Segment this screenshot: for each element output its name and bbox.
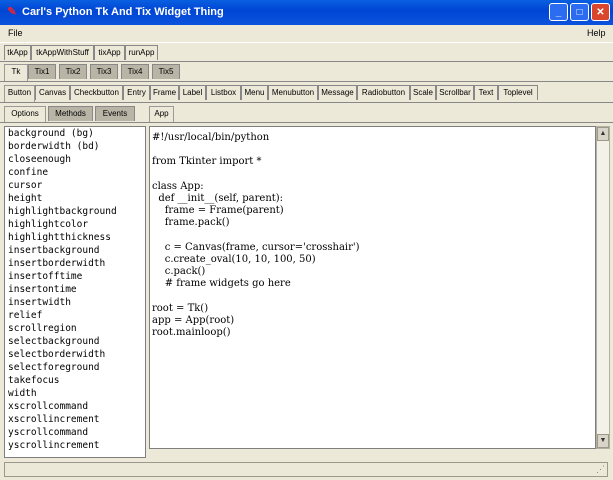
list-item[interactable]: closeenough — [5, 153, 145, 166]
list-item[interactable]: insertborderwidth — [5, 257, 145, 270]
menu-help[interactable]: Help — [587, 28, 606, 38]
list-item[interactable]: xscrollcommand — [5, 400, 145, 413]
tab-menubutton[interactable]: Menubutton — [268, 85, 318, 100]
list-item[interactable]: confine — [5, 166, 145, 179]
divider — [0, 61, 613, 62]
code-line: from Tkinter import * — [152, 156, 262, 168]
list-item[interactable]: highlightcolor — [5, 218, 145, 231]
tab-message[interactable]: Message — [318, 85, 357, 100]
code-line: app = App(root) — [152, 314, 235, 326]
list-item[interactable]: yscrollcommand — [5, 426, 145, 439]
list-item[interactable]: highlightbackground — [5, 205, 145, 218]
tab-text[interactable]: Text — [474, 85, 498, 100]
list-item[interactable]: takefocus — [5, 374, 145, 387]
code-line: class App: — [152, 180, 204, 192]
list-item[interactable]: scrollregion — [5, 322, 145, 335]
tab-tkappwithstuff[interactable]: tkAppWithStuff — [31, 45, 94, 60]
tab-scale[interactable]: Scale — [410, 85, 436, 100]
list-item[interactable]: xscrollincrement — [5, 413, 145, 426]
minimize-button[interactable]: _ — [549, 3, 568, 21]
divider — [0, 102, 613, 103]
code-line: frame.pack() — [152, 217, 230, 229]
tab-entry[interactable]: Entry — [123, 85, 150, 100]
tab-methods[interactable]: Methods — [48, 106, 93, 121]
tab-tix4[interactable]: Tix4 — [121, 64, 149, 79]
tab-checkbutton[interactable]: Checkbutton — [70, 85, 123, 100]
tab-tix2[interactable]: Tix2 — [59, 64, 87, 79]
tab-label[interactable]: Label — [179, 85, 206, 100]
tab-runapp[interactable]: runApp — [125, 45, 158, 60]
tab-radiobutton[interactable]: Radiobutton — [357, 85, 410, 100]
tab-events[interactable]: Events — [95, 106, 135, 121]
code-line: root = Tk() — [152, 302, 209, 314]
lib-tab-row: Tk Tix1 Tix2 Tix3 Tix4 Tix5 — [0, 64, 613, 81]
tab-tix3[interactable]: Tix3 — [90, 64, 118, 79]
vertical-scrollbar[interactable]: ▲ ▼ — [596, 126, 610, 449]
list-item[interactable]: cursor — [5, 179, 145, 192]
window-title: Carl's Python Tk And Tix Widget Thing — [22, 6, 224, 18]
code-line: # frame widgets go here — [152, 278, 291, 290]
tab-menu[interactable]: Menu — [241, 85, 268, 100]
menu-bar: File Help — [0, 25, 613, 43]
tab-frame[interactable]: Frame — [150, 85, 179, 100]
list-item[interactable]: insertofftime — [5, 270, 145, 283]
list-item[interactable]: background (bg) — [5, 127, 145, 140]
code-line: root.mainloop() — [152, 327, 231, 338]
tab-button[interactable]: Button — [4, 85, 35, 102]
list-item[interactable]: relief — [5, 309, 145, 322]
maximize-button[interactable]: □ — [570, 3, 589, 21]
code-editor[interactable]: #!/usr/local/bin/python from Tkinter imp… — [149, 126, 596, 449]
tab-options[interactable]: Options — [4, 106, 46, 123]
divider — [0, 81, 613, 82]
sub-tab-row: Options Methods Events App — [0, 106, 613, 123]
tab-tix1[interactable]: Tix1 — [28, 64, 56, 79]
options-list[interactable]: background (bg) borderwidth (bd) closeen… — [4, 126, 146, 458]
list-item[interactable]: highlightthickness — [5, 231, 145, 244]
code-line: #!/usr/local/bin/python — [152, 132, 270, 143]
list-item[interactable]: width — [5, 387, 145, 400]
tab-listbox[interactable]: Listbox — [206, 85, 241, 100]
list-item[interactable]: yscrollincrement — [5, 439, 145, 452]
scroll-up-icon[interactable]: ▲ — [597, 127, 609, 141]
list-item[interactable]: selectbackground — [5, 335, 145, 348]
code-line: c.create_oval(10, 10, 100, 50) — [152, 253, 316, 265]
app-tab-row: tkApp tkAppWithStuff tixApp runApp — [0, 45, 613, 61]
title-bar: ✎ Carl's Python Tk And Tix Widget Thing … — [0, 0, 613, 25]
list-item[interactable]: selectborderwidth — [5, 348, 145, 361]
code-line: frame = Frame(parent) — [152, 205, 284, 217]
code-line: c.pack() — [152, 266, 206, 278]
list-item[interactable]: selectforeground — [5, 361, 145, 374]
scroll-down-icon[interactable]: ▼ — [597, 434, 609, 448]
widget-tab-row: Button Canvas Checkbutton Entry Frame La… — [0, 85, 613, 102]
tab-canvas[interactable]: Canvas — [35, 85, 70, 100]
resize-grip-icon[interactable]: ⋰ — [596, 464, 605, 475]
list-item[interactable]: insertontime — [5, 283, 145, 296]
list-item[interactable]: height — [5, 192, 145, 205]
tab-scrollbar[interactable]: Scrollbar — [436, 85, 474, 100]
menu-file[interactable]: File — [8, 28, 23, 38]
code-line: def __init__(self, parent): — [152, 192, 284, 204]
tab-tk[interactable]: Tk — [4, 64, 28, 81]
list-item[interactable]: borderwidth (bd) — [5, 140, 145, 153]
list-item[interactable]: insertbackground — [5, 244, 145, 257]
divider — [0, 122, 613, 123]
tab-toplevel[interactable]: Toplevel — [498, 85, 538, 100]
feather-icon: ✎ — [7, 6, 17, 18]
tab-app[interactable]: App — [149, 106, 174, 123]
tab-tixapp[interactable]: tixApp — [94, 45, 125, 60]
list-item[interactable]: insertwidth — [5, 296, 145, 309]
status-bar: ⋰ — [4, 462, 608, 477]
tab-tkapp[interactable]: tkApp — [4, 45, 31, 60]
code-line: c = Canvas(frame, cursor='crosshair') — [152, 241, 360, 253]
tab-tix5[interactable]: Tix5 — [152, 64, 180, 79]
close-button[interactable]: ✕ — [591, 3, 610, 21]
